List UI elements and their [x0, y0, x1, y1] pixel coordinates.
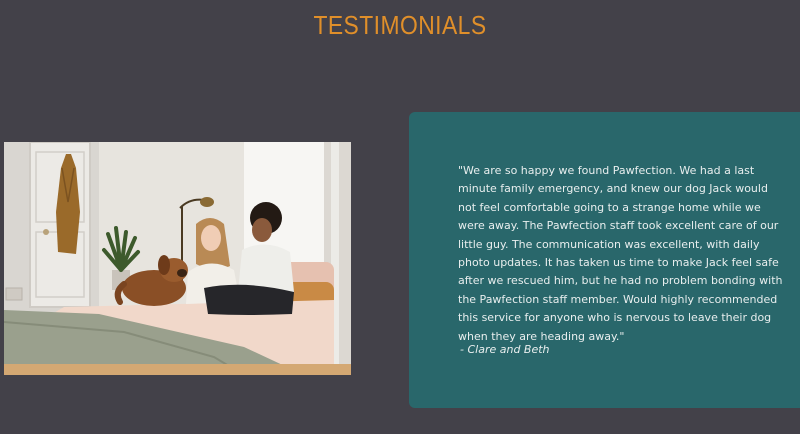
testimonial-author: - Clare and Beth: [460, 343, 550, 356]
section-title: TESTIMONIALS: [313, 10, 487, 40]
testimonial-card: "We are so happy we found Pawfection. We…: [409, 112, 800, 408]
testimonial-quote: "We are so happy we found Pawfection. We…: [458, 164, 783, 343]
testimonial-photo: [4, 142, 351, 375]
